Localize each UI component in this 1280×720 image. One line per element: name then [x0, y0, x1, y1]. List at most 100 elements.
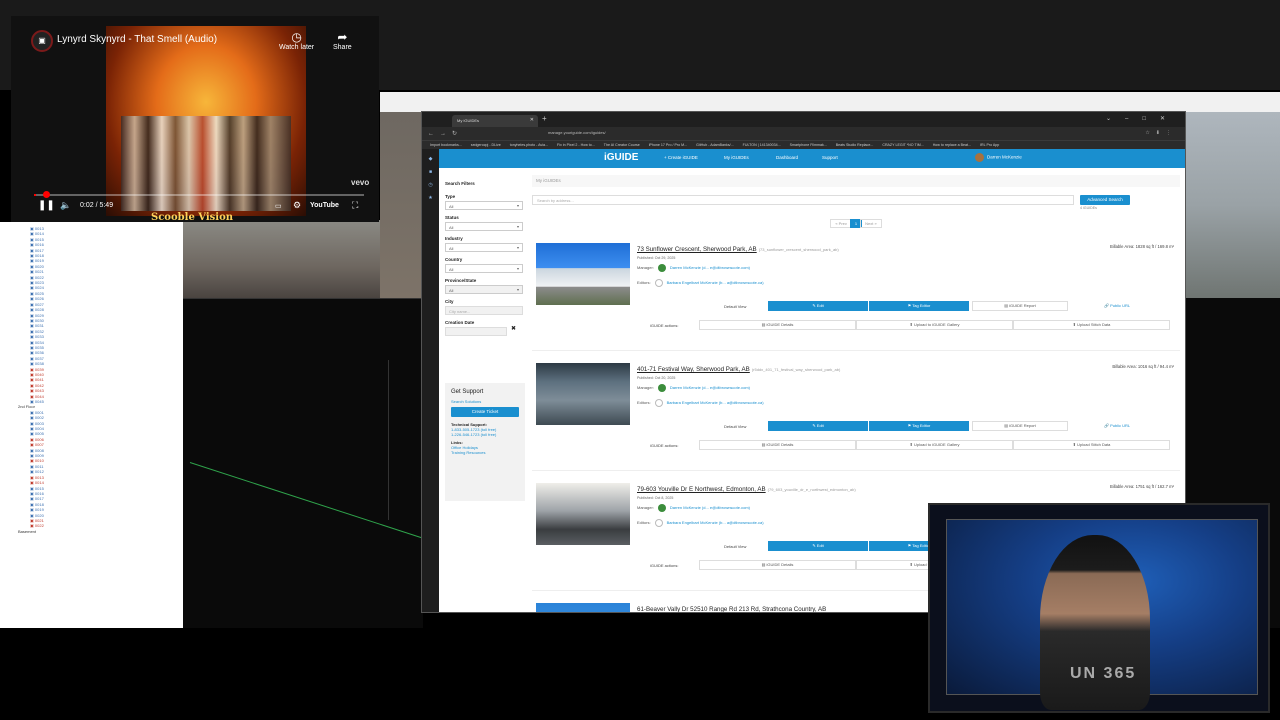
nav-buttons[interactable]: ←→↻ [428, 130, 463, 137]
subtitles-icon[interactable]: ▭ [275, 202, 282, 210]
tag-editor-button[interactable]: ⚑ Tag Editor [868, 421, 969, 431]
edit-button[interactable]: ✎ Edit [768, 541, 868, 551]
nav-my-iguides[interactable]: My iGUIDEs [724, 155, 749, 160]
youtube-player[interactable]: ▣ Lynyrd Skynyrd - That Smell (Audio) ◷ … [11, 16, 379, 222]
status-select[interactable]: All [445, 222, 523, 231]
nav-create-iguide[interactable]: + Create iGUIDE [664, 155, 698, 160]
user-menu[interactable]: Darren McKenzie [975, 153, 1022, 162]
listing-thumbnail[interactable] [536, 243, 630, 305]
manager-name[interactable]: Darren McKenzie (d... e@dtbrownscote.com… [670, 505, 750, 510]
bookmark-item[interactable]: How to replace a Beat... [933, 143, 971, 147]
bookmark-item[interactable]: Beats Studio Replace... [836, 143, 874, 147]
3d-viewport[interactable] [183, 298, 423, 628]
listing-title[interactable]: 73 Sunflower Crescent, Sherwood Park, AB… [637, 246, 839, 253]
search-input[interactable]: Search by address... [532, 195, 1074, 205]
country-select[interactable]: All [445, 264, 523, 273]
phone-link-2[interactable]: 1-226-546-1723 (toll free) [451, 432, 519, 437]
listing-thumbnail[interactable] [536, 363, 630, 425]
progress-bar[interactable] [34, 191, 364, 198]
iguide-details-button[interactable]: ▤ iGUIDE Details [699, 320, 856, 330]
editor-name[interactable]: Barbara Engelbart McKenzie (b... a@dtbro… [667, 520, 764, 525]
editor-name[interactable]: Barbara Engelbart McKenzie (b... a@dtbro… [667, 280, 764, 285]
video-title[interactable]: Lynyrd Skynyrd - That Smell (Audio) [57, 34, 217, 45]
upload-gallery-button[interactable]: ⬆ Upload to iGUIDE Gallery [856, 320, 1013, 330]
bookmark-item[interactable]: CRAZY LEGIT *NO TIM... [882, 143, 923, 147]
sidebar-doc-icon[interactable]: ■ [422, 169, 439, 175]
iguide-report-button[interactable]: ▤ iGUIDE Report [972, 301, 1068, 311]
bookmark-item[interactable]: The AI Creator Course [604, 143, 640, 147]
listing-thumbnail[interactable] [536, 603, 630, 612]
bookmark-item[interactable]: FULTON | 141340034... [743, 143, 781, 147]
manager-name[interactable]: Darren McKenzie (d... e@dtbrownscote.com… [670, 385, 750, 390]
manager-row: Manager: Darren McKenzie (d... e@dtbrowns… [637, 504, 750, 512]
settings-icon[interactable]: ⚙ [293, 200, 301, 211]
upload-stitch-button[interactable]: ⬆ Upload Stitch Data [1013, 440, 1170, 450]
listing-title[interactable]: 79-603 Youville Dr E Northwest, Edmonton… [637, 486, 856, 493]
youtube-logo[interactable]: YouTube [310, 202, 339, 209]
listing-address[interactable]: 401-71 Festival Way, Sherwood Park, AB [637, 366, 750, 373]
type-select[interactable]: All [445, 201, 523, 210]
bookmark-item[interactable]: sedgerocpj - DLive [471, 143, 501, 147]
upload-stitch-button[interactable]: ⬆ Upload Stitch Data [1013, 320, 1170, 330]
url-field[interactable]: manage.youriguide.com/iguides/ [548, 130, 1048, 135]
tag-editor-button[interactable]: ⚑ Tag Editor [868, 301, 969, 311]
listing-slug: (79_603_youville_dr_e_northwest_edmonton… [767, 487, 856, 492]
clear-date-icon[interactable]: ✖ [511, 325, 516, 332]
listing-title[interactable]: 61-Beaver Vally Dr 52510 Range Rd 213 Rd… [637, 606, 826, 612]
advanced-search-button[interactable]: Advanced Search [1080, 195, 1130, 205]
watch-later-button[interactable]: ◷ Watch later [279, 30, 314, 51]
training-resources-link[interactable]: Training Resources [451, 450, 519, 455]
progress-handle[interactable] [43, 191, 50, 198]
listing-address[interactable]: 73 Sunflower Crescent, Sherwood Park, AB [637, 246, 757, 253]
next-page-button[interactable]: Next » [860, 219, 882, 228]
iguide-logo[interactable]: iGUIDE [604, 152, 638, 163]
public-url-link[interactable]: 🔗 Public URL [1104, 303, 1130, 308]
new-tab-icon[interactable]: + [542, 114, 547, 123]
edit-button[interactable]: ✎ Edit [768, 301, 868, 311]
close-tab-icon[interactable]: ✕ [530, 117, 534, 123]
province-select[interactable]: All [445, 285, 523, 294]
tab-my-iguides[interactable]: My iGUIDEs ✕ [452, 115, 538, 127]
listing-title[interactable]: 401-71 Festival Way, Sherwood Park, AB (r… [637, 366, 840, 373]
pause-icon[interactable]: ❚❚ [38, 200, 55, 211]
manager-name[interactable]: Darren McKenzie (d... e@dtbrownscote.com… [670, 265, 750, 270]
bookmark-item[interactable]: iPhone 17 Pro / Pro M... [649, 143, 687, 147]
creation-date-input[interactable] [445, 327, 507, 336]
industry-select[interactable]: All [445, 243, 523, 252]
iguide-details-button[interactable]: ▤ iGUIDE Details [699, 560, 856, 570]
create-ticket-button[interactable]: Create Ticket [451, 407, 519, 417]
bookmark-item[interactable]: IRL Pro App [980, 143, 999, 147]
editors-label: Editors: [637, 400, 651, 406]
iguide-report-button[interactable]: ▤ iGUIDE Report [972, 421, 1068, 431]
share-button[interactable]: ➦ Share [333, 30, 352, 51]
listing-address[interactable]: 79-603 Youville Dr E Northwest, Edmonton… [637, 486, 766, 493]
fullscreen-icon[interactable]: ⛶ [352, 200, 358, 211]
listing-thumbnail[interactable] [536, 483, 630, 545]
iguide-actions-label: iGUIDE actions: [650, 563, 679, 568]
editors-row: Editors: Barbara Engelbart McKenzie (b...… [637, 279, 764, 287]
sidebar-home-icon[interactable]: ◆ [422, 156, 439, 162]
nav-support[interactable]: Support [822, 155, 838, 160]
search-solutions-link[interactable]: Search Solutions [451, 399, 519, 404]
volume-icon[interactable]: 🔈 [60, 200, 71, 211]
bookmark-item[interactable]: Smartphone Filmmak... [790, 143, 827, 147]
city-input[interactable]: City name... [445, 306, 523, 315]
upload-gallery-button[interactable]: ⬆ Upload to iGUIDE Gallery [856, 440, 1013, 450]
public-url-link[interactable]: 🔗 Public URL [1104, 423, 1130, 428]
default-view-label: Default View [724, 544, 747, 549]
bookmark-item[interactable]: tonyheles.photo - Avia... [510, 143, 548, 147]
prev-page-button[interactable]: « Prev [830, 219, 852, 228]
editor-name[interactable]: Barbara Engelbart McKenzie (b... a@dtbro… [667, 400, 764, 405]
bookmark-item[interactable]: Import bookmarks... [430, 143, 462, 147]
tree-basement-label[interactable]: Basement [18, 529, 183, 534]
sidebar-history-icon[interactable]: ◷ [422, 182, 439, 188]
nav-dashboard[interactable]: Dashboard [776, 155, 798, 160]
sidebar-star-icon[interactable]: ★ [422, 195, 439, 201]
window-controls[interactable]: ⌄–□✕ [1106, 115, 1179, 122]
bookmark-item[interactable]: Fix in Pixel 2 - How to... [557, 143, 595, 147]
channel-avatar[interactable]: ▣ [31, 30, 53, 52]
iguide-details-button[interactable]: ▤ iGUIDE Details [699, 440, 856, 450]
bookmark-item[interactable]: GitHub - AdamBanks/... [696, 143, 734, 147]
edit-button[interactable]: ✎ Edit [768, 421, 868, 431]
toolbar-icons[interactable]: ☆⬇⋮ [1145, 130, 1177, 136]
